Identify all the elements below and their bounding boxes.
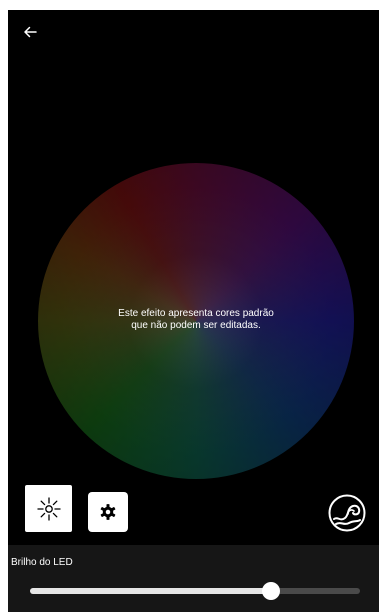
brightness-label: Brilho do LED (11, 557, 73, 568)
effect-button[interactable] (25, 485, 72, 532)
effect-screen: Este efeito apresenta cores padrão que n… (8, 10, 379, 612)
slider-fill (30, 588, 271, 594)
back-button[interactable] (18, 20, 42, 44)
color-wheel: Este efeito apresenta cores padrão que n… (38, 163, 354, 479)
gear-icon (100, 504, 116, 520)
top-bar (8, 10, 379, 54)
wave-effect-button[interactable] (328, 494, 366, 532)
sparkle-icon (36, 496, 61, 521)
settings-button[interactable] (88, 492, 128, 532)
brightness-panel: Brilho do LED (8, 545, 379, 612)
slider-thumb[interactable] (261, 582, 280, 600)
color-wheel-message: Este efeito apresenta cores padrão que n… (118, 308, 274, 331)
slider-track (30, 588, 360, 594)
brightness-slider[interactable] (30, 582, 360, 600)
arrow-left-icon (24, 26, 37, 38)
wave-circle-icon (328, 494, 366, 532)
